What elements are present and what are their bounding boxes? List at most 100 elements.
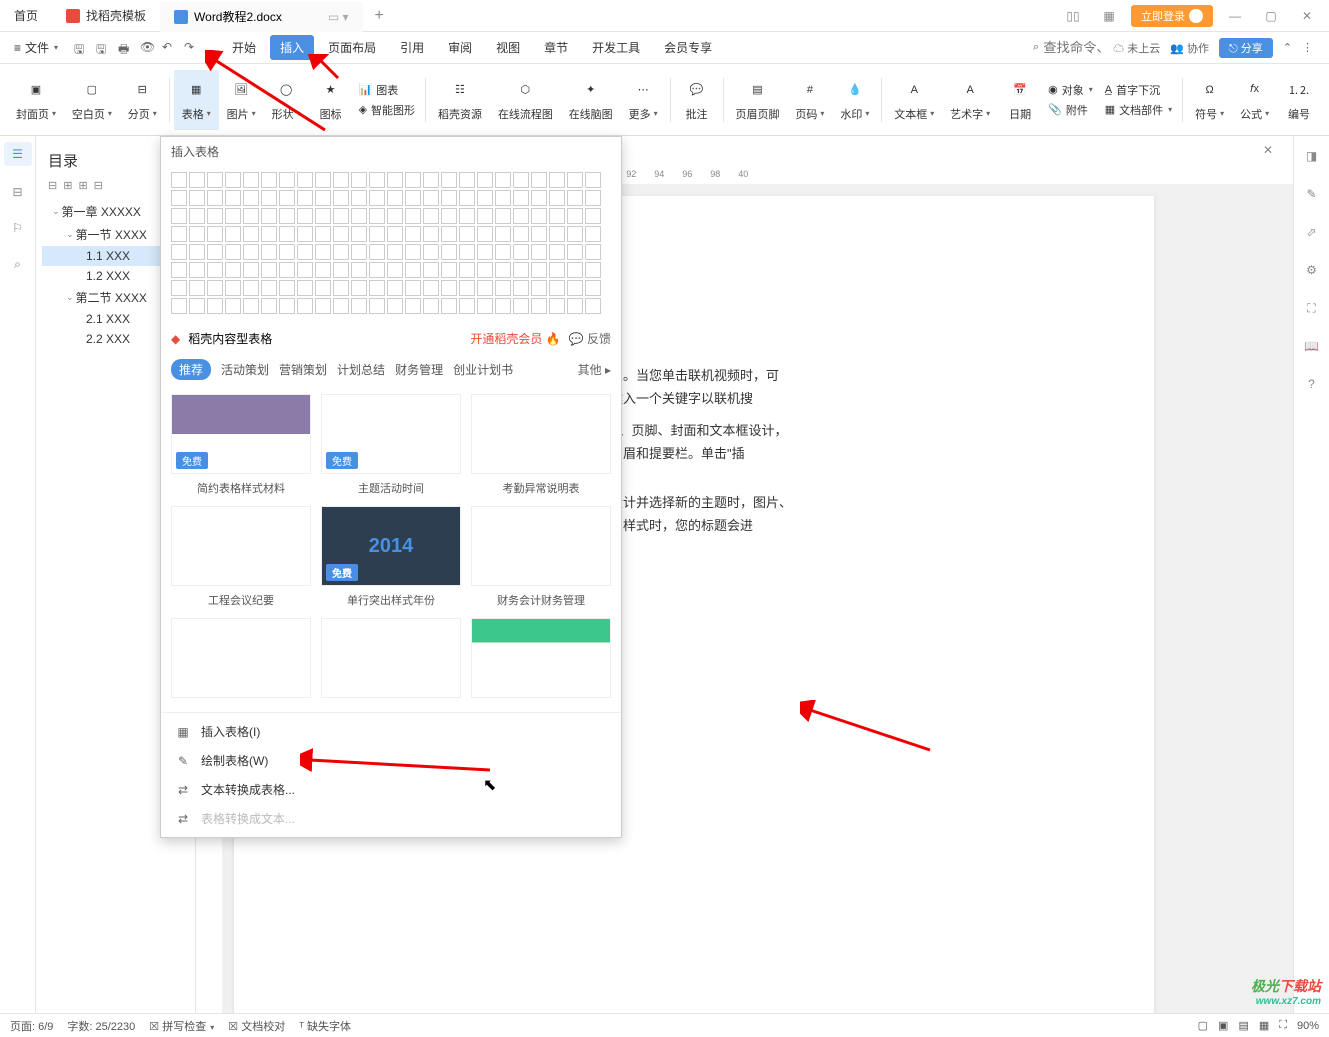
more-icon[interactable]: ⋮ <box>1302 41 1313 54</box>
tab-docer[interactable]: 找稻壳模板 <box>52 0 160 32</box>
ribbon-comment[interactable]: 💬批注 <box>675 70 719 130</box>
tab-reference[interactable]: 引用 <box>390 35 434 60</box>
grid-cell[interactable] <box>513 298 529 314</box>
ribbon-pagenum[interactable]: #页码▾ <box>787 70 832 130</box>
template-item[interactable] <box>471 618 611 704</box>
rail-outline[interactable]: ☰ <box>4 142 32 166</box>
ribbon-flowchart[interactable]: ⬡在线流程图 <box>490 70 561 130</box>
template-item[interactable] <box>321 618 461 704</box>
grid-cell[interactable] <box>261 262 277 278</box>
grid-cell[interactable] <box>351 244 367 260</box>
apps-icon[interactable]: ▦ <box>1095 9 1123 23</box>
grid-cell[interactable] <box>387 262 403 278</box>
grid-cell[interactable] <box>531 208 547 224</box>
grid-cell[interactable] <box>477 190 493 206</box>
grid-cell[interactable] <box>297 262 313 278</box>
view-mode-icon[interactable]: ▢ <box>1198 1019 1208 1032</box>
grid-cell[interactable] <box>495 208 511 224</box>
tab-menu-icon[interactable]: ▭ ▾ <box>328 10 349 24</box>
grid-cell[interactable] <box>567 190 583 206</box>
grid-cell[interactable] <box>225 244 241 260</box>
grid-cell[interactable] <box>495 190 511 206</box>
rrail-limit[interactable]: ⛶ <box>1302 298 1322 318</box>
grid-cell[interactable] <box>585 280 601 296</box>
docer-vip-link[interactable]: 开通稻壳会员 🔥 <box>470 330 560 347</box>
grid-cell[interactable] <box>585 298 601 314</box>
status-spell[interactable]: ☒ 拼写检查 ▾ <box>149 1018 214 1034</box>
outline-down-icon[interactable]: ⊟ <box>94 179 103 192</box>
grid-cell[interactable] <box>171 280 187 296</box>
grid-cell[interactable] <box>315 226 331 242</box>
ribbon-cover[interactable]: ▣封面页▾ <box>8 70 64 130</box>
grid-cell[interactable] <box>459 190 475 206</box>
grid-cell[interactable] <box>477 244 493 260</box>
grid-cell[interactable] <box>243 262 259 278</box>
grid-cell[interactable] <box>441 280 457 296</box>
rrail-select[interactable]: ⬀ <box>1302 222 1322 242</box>
view-web-icon[interactable]: ▤ <box>1238 1019 1248 1032</box>
ribbon-watermark[interactable]: 💧水印▾ <box>832 70 877 130</box>
ribbon-symbol[interactable]: Ω符号▾ <box>1187 70 1232 130</box>
grid-cell[interactable] <box>315 298 331 314</box>
grid-cell[interactable] <box>333 298 349 314</box>
minimize-button[interactable]: — <box>1221 9 1249 23</box>
grid-cell[interactable] <box>567 280 583 296</box>
print-icon[interactable]: 🖶 <box>118 40 134 56</box>
layout-icon[interactable]: ▯▯ <box>1059 9 1087 23</box>
grid-cell[interactable] <box>243 172 259 188</box>
grid-cell[interactable] <box>459 244 475 260</box>
grid-cell[interactable] <box>387 190 403 206</box>
grid-cell[interactable] <box>225 172 241 188</box>
grid-cell[interactable] <box>261 172 277 188</box>
grid-cell[interactable] <box>333 226 349 242</box>
grid-cell[interactable] <box>513 226 529 242</box>
grid-cell[interactable] <box>549 208 565 224</box>
status-font[interactable]: ᵀ 缺失字体 <box>299 1018 351 1034</box>
login-button[interactable]: 立即登录 <box>1131 5 1213 27</box>
ribbon-icon[interactable]: ★图标 <box>309 70 353 130</box>
dropdown-menu-item[interactable]: ✎绘制表格(W) <box>161 746 621 775</box>
grid-cell[interactable] <box>423 190 439 206</box>
grid-cell[interactable] <box>441 190 457 206</box>
grid-cell[interactable] <box>567 244 583 260</box>
grid-cell[interactable] <box>243 190 259 206</box>
grid-cell[interactable] <box>495 298 511 314</box>
grid-cell[interactable] <box>531 298 547 314</box>
grid-cell[interactable] <box>171 262 187 278</box>
ribbon-number[interactable]: ⒈⒉编号 <box>1277 70 1321 130</box>
ribbon-header[interactable]: ▤页眉页脚 <box>728 70 788 130</box>
grid-cell[interactable] <box>207 226 223 242</box>
grid-cell[interactable] <box>369 190 385 206</box>
view-read-icon[interactable]: ▣ <box>1218 1019 1228 1032</box>
template-item[interactable]: 财务会计财务管理 <box>471 506 611 608</box>
grid-cell[interactable] <box>477 208 493 224</box>
rail-search[interactable]: ⌕ <box>8 254 28 274</box>
grid-cell[interactable] <box>243 244 259 260</box>
tab-add[interactable]: + <box>363 7 396 25</box>
outline-expand-icon[interactable]: ⊞ <box>63 179 72 192</box>
grid-cell[interactable] <box>549 172 565 188</box>
grid-cell[interactable] <box>513 280 529 296</box>
grid-cell[interactable] <box>405 298 421 314</box>
grid-cell[interactable] <box>189 298 205 314</box>
template-tab[interactable]: 营销策划 <box>279 361 327 378</box>
grid-cell[interactable] <box>279 226 295 242</box>
view-focus-icon[interactable]: ▦ <box>1259 1019 1269 1032</box>
grid-cell[interactable] <box>459 298 475 314</box>
grid-cell[interactable] <box>495 262 511 278</box>
grid-cell[interactable] <box>531 172 547 188</box>
grid-cell[interactable] <box>207 244 223 260</box>
grid-cell[interactable] <box>225 280 241 296</box>
status-proof[interactable]: ☒ 文档校对 <box>228 1018 285 1034</box>
grid-cell[interactable] <box>243 280 259 296</box>
grid-cell[interactable] <box>423 262 439 278</box>
grid-cell[interactable] <box>441 226 457 242</box>
grid-cell[interactable] <box>261 226 277 242</box>
grid-cell[interactable] <box>315 280 331 296</box>
grid-cell[interactable] <box>441 262 457 278</box>
grid-cell[interactable] <box>369 226 385 242</box>
grid-cell[interactable] <box>279 298 295 314</box>
ribbon-equation[interactable]: 𝑓x公式▾ <box>1232 70 1277 130</box>
outline-collapse-icon[interactable]: ⊟ <box>48 179 57 192</box>
template-item[interactable]: 免费主题活动时间 <box>321 394 461 496</box>
